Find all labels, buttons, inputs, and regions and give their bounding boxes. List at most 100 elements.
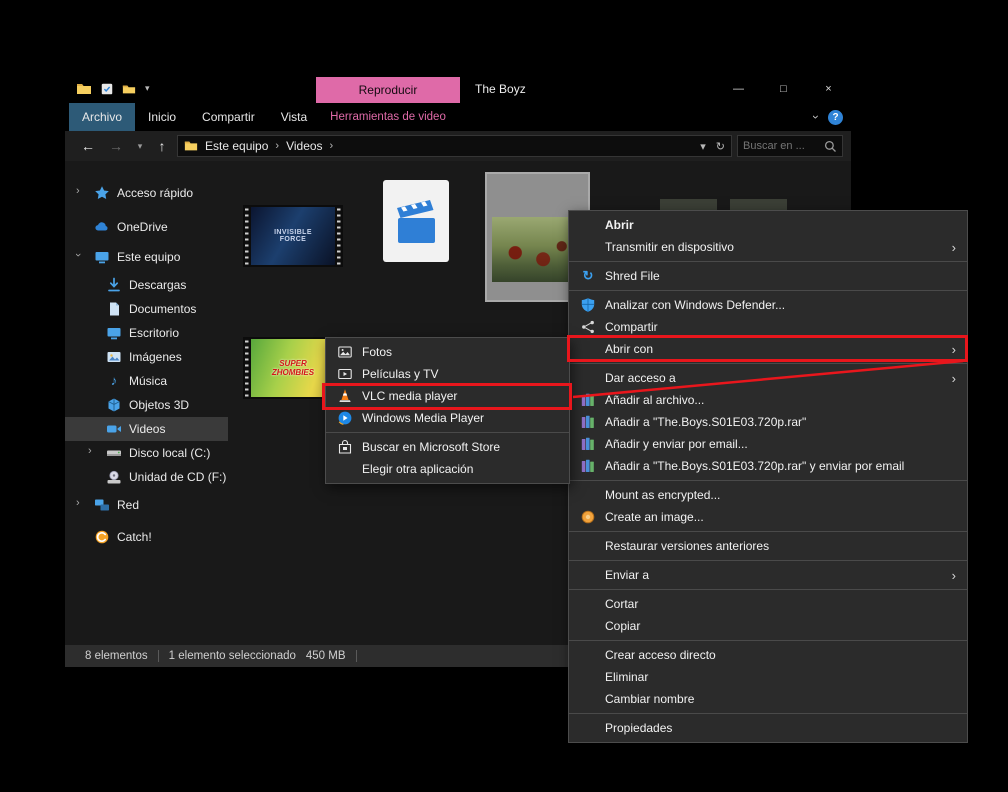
tab-archivo[interactable]: Archivo xyxy=(69,103,136,131)
context-menu-item-analizar-windows-defender[interactable]: Analizar con Windows Defender... xyxy=(569,294,967,316)
chevron-down-icon[interactable]: › xyxy=(72,253,84,257)
breadcrumb-este-equipo[interactable]: Este equipo xyxy=(205,139,268,153)
maximize-button[interactable]: □ xyxy=(761,75,806,103)
sidebar-item-descargas[interactable]: Descargas xyxy=(65,273,228,297)
menu-item-label: Cambiar nombre xyxy=(605,692,695,706)
sidebar-item-este-equipo[interactable]: › Este equipo xyxy=(65,245,228,269)
sidebar-item-catch[interactable]: Catch! xyxy=(65,525,228,549)
sidebar-item-imagenes[interactable]: Imágenes xyxy=(65,345,228,369)
winrar-books-icon xyxy=(580,414,596,430)
forward-button[interactable]: → xyxy=(104,131,128,161)
context-menu-item-cambiar-nombre[interactable]: Cambiar nombre xyxy=(569,688,967,710)
submenu-item-windows-media-player[interactable]: Windows Media Player xyxy=(326,407,569,429)
sidebar-item-label: Red xyxy=(117,498,140,512)
menu-item-label: Añadir a "The.Boys.S01E03.720p.rar" y en… xyxy=(605,459,905,473)
close-button[interactable]: × xyxy=(806,75,851,103)
help-icon[interactable]: ? xyxy=(828,109,843,125)
new-folder-icon[interactable] xyxy=(122,82,136,96)
submenu-item-elegir-otra-aplicacion[interactable]: Elegir otra aplicación xyxy=(326,458,569,480)
title-bar[interactable]: ▾ Reproducir The Boyz — □ × xyxy=(65,75,851,103)
up-button[interactable]: ↑ xyxy=(150,131,174,161)
context-menu-item-dar-acceso-a[interactable]: Dar acceso a › xyxy=(569,367,967,389)
menu-item-label: Abrir xyxy=(605,218,634,232)
menu-item-label: Transmitir en dispositivo xyxy=(605,240,734,254)
context-menu-item-abrir[interactable]: Abrir xyxy=(569,214,967,236)
context-menu-item-shred-file[interactable]: ↻ Shred File xyxy=(569,265,967,287)
submenu-arrow-icon: › xyxy=(951,567,956,583)
selection-size: 450 MB xyxy=(305,650,346,662)
context-menu-item-anadir-a-rar-enviar-email[interactable]: Añadir a "The.Boys.S01E03.720p.rar" y en… xyxy=(569,455,967,477)
context-menu-item-restaurar-versiones-anteriores[interactable]: Restaurar versiones anteriores xyxy=(569,535,967,557)
menu-separator xyxy=(569,290,967,291)
context-menu-item-anadir-enviar-email[interactable]: Añadir y enviar por email... xyxy=(569,433,967,455)
tab-herramientas-de-video[interactable]: Herramientas de video xyxy=(316,103,460,131)
chevron-right-icon[interactable]: › xyxy=(76,185,80,197)
context-menu-item-abrir-con[interactable]: Abrir con › xyxy=(569,338,967,360)
menu-item-label: Añadir y enviar por email... xyxy=(605,437,748,451)
search-input[interactable] xyxy=(743,140,824,152)
sidebar-item-musica[interactable]: ♪ Música xyxy=(65,369,228,393)
onedrive-cloud-icon xyxy=(94,219,110,235)
sidebar-item-acceso-rapido[interactable]: › Acceso rápido xyxy=(65,181,228,205)
tab-inicio[interactable]: Inicio xyxy=(135,103,189,131)
context-menu-item-enviar-a[interactable]: Enviar a › xyxy=(569,564,967,586)
submenu-item-fotos[interactable]: Fotos xyxy=(326,341,569,363)
submenu-item-buscar-en-microsoft-store[interactable]: Buscar en Microsoft Store xyxy=(326,436,569,458)
chevron-right-icon[interactable]: › xyxy=(88,445,92,457)
sidebar-item-disco-local-c[interactable]: › Disco local (C:) xyxy=(65,441,228,465)
sidebar-item-documentos[interactable]: Documentos xyxy=(65,297,228,321)
help-glyph: ? xyxy=(832,111,839,123)
sidebar-item-onedrive[interactable]: OneDrive xyxy=(65,215,228,239)
menu-separator xyxy=(569,589,967,590)
status-divider xyxy=(355,650,357,662)
search-icon[interactable] xyxy=(824,140,837,153)
context-menu-item-mount-as-encrypted[interactable]: Mount as encrypted... xyxy=(569,484,967,506)
menu-item-label: Añadir a "The.Boys.S01E03.720p.rar" xyxy=(605,415,807,429)
context-menu-item-copiar[interactable]: Copiar xyxy=(569,615,967,637)
sidebar-item-unidad-cd-f[interactable]: Unidad de CD (F:) xyxy=(65,465,228,489)
tab-vista[interactable]: Vista xyxy=(268,103,320,131)
refresh-icon[interactable]: ↻ xyxy=(716,140,725,153)
tab-reproducir[interactable]: Reproducir xyxy=(316,77,460,103)
sidebar-item-label: Objetos 3D xyxy=(129,398,190,412)
sidebar-item-escritorio[interactable]: Escritorio xyxy=(65,321,228,345)
context-menu-item-propiedades[interactable]: Propiedades xyxy=(569,717,967,739)
breadcrumb-separator-icon[interactable]: › xyxy=(330,140,334,152)
context-menu-item-transmitir-en-dispositivo[interactable]: Transmitir en dispositivo › xyxy=(569,236,967,258)
video-file-icon-thumbnail[interactable] xyxy=(383,180,449,262)
sidebar-item-red[interactable]: › Red xyxy=(65,493,228,517)
video-camera-icon xyxy=(106,421,122,437)
recent-locations-dropdown-icon[interactable]: ▾ xyxy=(128,131,152,161)
context-menu-item-anadir-a-rar[interactable]: Añadir a "The.Boys.S01E03.720p.rar" xyxy=(569,411,967,433)
sidebar-item-objetos-3d[interactable]: Objetos 3D xyxy=(65,393,228,417)
address-bar[interactable]: Este equipo › Videos › ▾ ↻ xyxy=(177,135,732,157)
chevron-right-icon[interactable]: › xyxy=(76,497,80,509)
sidebar-item-videos[interactable]: Videos xyxy=(65,417,228,441)
computer-icon xyxy=(94,249,110,265)
back-button[interactable]: ← xyxy=(76,131,100,161)
submenu-item-peliculas-y-tv[interactable]: Películas y TV xyxy=(326,363,569,385)
context-menu-item-anadir-al-archivo[interactable]: Añadir al archivo... xyxy=(569,389,967,411)
context-menu-item-create-an-image[interactable]: Create an image... xyxy=(569,506,967,528)
minimize-button[interactable]: — xyxy=(716,75,761,103)
collapse-ribbon-icon[interactable]: › xyxy=(809,115,823,119)
properties-icon[interactable] xyxy=(100,82,114,96)
context-menu-item-cortar[interactable]: Cortar xyxy=(569,593,967,615)
hard-drive-icon xyxy=(106,445,122,461)
video-thumbnail-invisible-force[interactable]: INVISIBLE FORCE xyxy=(243,205,343,267)
menu-separator xyxy=(569,480,967,481)
submenu-item-vlc-media-player[interactable]: VLC media player xyxy=(326,385,569,407)
download-icon xyxy=(106,277,122,293)
quick-access-dropdown-icon[interactable]: ▾ xyxy=(145,83,150,94)
search-box[interactable] xyxy=(737,135,843,157)
menu-item-label: Fotos xyxy=(362,345,393,359)
defender-shield-icon xyxy=(580,297,596,313)
context-menu-item-crear-acceso-directo[interactable]: Crear acceso directo xyxy=(569,644,967,666)
tab-compartir[interactable]: Compartir xyxy=(189,103,268,131)
context-menu-item-compartir[interactable]: Compartir xyxy=(569,316,967,338)
address-dropdown-icon[interactable]: ▾ xyxy=(700,140,706,153)
context-menu-item-eliminar[interactable]: Eliminar xyxy=(569,666,967,688)
windows-media-player-icon xyxy=(337,410,353,426)
breadcrumb-videos[interactable]: Videos xyxy=(286,139,322,153)
breadcrumb-separator-icon[interactable]: › xyxy=(275,140,279,152)
